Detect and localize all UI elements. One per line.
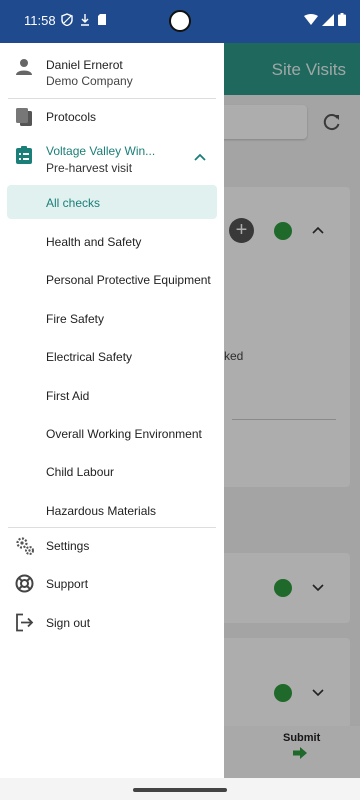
site-subtitle: Pre-harvest visit	[46, 161, 133, 175]
person-icon	[16, 59, 32, 75]
drawer-item-label: Sign out	[46, 616, 91, 630]
support-icon	[15, 574, 34, 593]
check-item-label[interactable]: All checks	[46, 196, 100, 210]
checklist-icon	[16, 146, 32, 164]
status-bar: 11:58	[0, 0, 360, 43]
check-item-label[interactable]: Personal Protective Equipment	[46, 273, 211, 287]
shield-icon	[61, 13, 73, 26]
check-item-label[interactable]: First Aid	[46, 389, 89, 403]
gear-icon	[16, 537, 34, 555]
battery-icon	[338, 13, 346, 26]
check-item-label[interactable]: Electrical Safety	[46, 350, 132, 364]
status-right	[304, 13, 346, 26]
divider	[8, 98, 216, 99]
download-icon	[81, 14, 89, 26]
user-name: Daniel Ernerot	[46, 58, 123, 72]
camera-cutout	[169, 10, 191, 32]
sd-card-icon	[98, 14, 106, 25]
drawer-item-label: Protocols	[46, 110, 97, 124]
drawer-item-label: Settings	[46, 539, 90, 553]
status-time: 11:58	[24, 13, 56, 28]
check-item-label[interactable]: Fire Safety	[46, 312, 104, 326]
site-title: Voltage Valley Win...	[46, 144, 156, 158]
clipboard-icon	[16, 108, 32, 126]
gesture-handle[interactable]	[133, 788, 227, 792]
user-company: Demo Company	[46, 74, 133, 88]
check-item-label[interactable]: Overall Working Environment	[46, 427, 202, 441]
check-item-label[interactable]: Hazardous Materials	[46, 504, 156, 518]
check-item-label[interactable]: Child Labour	[46, 465, 114, 479]
wifi-icon	[304, 13, 318, 25]
chevron-up-icon[interactable]	[193, 152, 207, 162]
divider	[8, 527, 216, 528]
check-item-label[interactable]: Health and Safety	[46, 235, 141, 249]
user-profile[interactable]: Daniel Ernerot Demo Company	[0, 43, 224, 99]
sign-out-icon	[16, 613, 34, 632]
check-item-selected[interactable]	[7, 185, 217, 219]
navigation-drawer: Daniel Ernerot Demo Company Protocols Vo…	[0, 43, 224, 778]
drawer-item-label: Support	[46, 577, 89, 591]
signal-icon	[322, 13, 334, 26]
